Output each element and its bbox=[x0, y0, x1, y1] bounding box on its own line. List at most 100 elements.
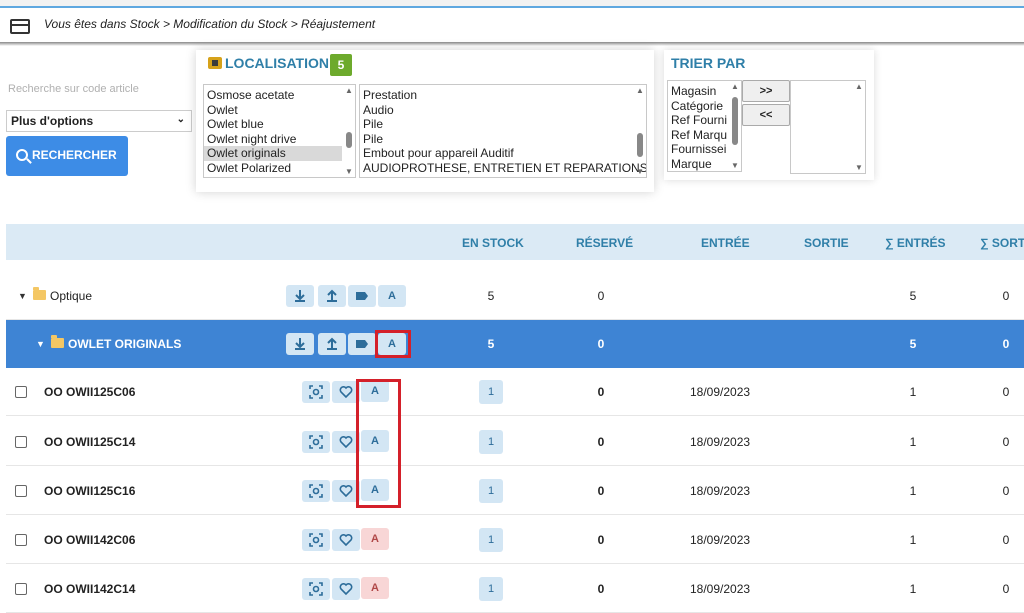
sum-sorties-value: 0 bbox=[1002, 533, 1010, 547]
row-checkbox[interactable] bbox=[15, 534, 27, 546]
list-item[interactable]: Owlet bbox=[204, 103, 355, 118]
a-button-pink[interactable]: A bbox=[361, 528, 389, 550]
list-item[interactable]: Pile bbox=[360, 132, 646, 147]
localisation-count-badge: 5 bbox=[330, 54, 352, 76]
folder-icon bbox=[51, 335, 64, 348]
list-item[interactable]: Owlet night drive bbox=[204, 132, 355, 147]
localisation-panel: LOCALISATION 5 Osmose acetate Owlet Owle… bbox=[196, 50, 654, 192]
localisation-list-right[interactable]: Prestation Audio Pile Pile Embout pour a… bbox=[359, 84, 647, 178]
sum-sorties-value: 0 bbox=[1002, 484, 1010, 498]
list-item[interactable]: Pile bbox=[360, 117, 646, 132]
collapse-triangle-icon[interactable]: ▼ bbox=[36, 339, 45, 349]
group-row-owlet-originals[interactable]: ▼ OWLET ORIGINALS A 5 0 5 0 bbox=[6, 320, 1024, 368]
top-border bbox=[0, 0, 1024, 8]
list-item[interactable]: Prestation bbox=[360, 88, 646, 103]
tag-icon[interactable] bbox=[348, 285, 376, 307]
scrollbar[interactable]: ▲ ▼ bbox=[729, 81, 741, 171]
reserve-value: 0 bbox=[597, 533, 605, 547]
list-item[interactable]: Audio bbox=[360, 103, 646, 118]
upload-icon[interactable] bbox=[318, 333, 346, 355]
table-header: EN STOCK RÉSERVÉ ENTRÉE SORTIE ∑ ENTRÉS … bbox=[6, 224, 1024, 260]
add-sort-button[interactable]: >> bbox=[742, 80, 790, 102]
group-name: Optique bbox=[50, 289, 93, 303]
subgroup-en-stock: 5 bbox=[487, 337, 495, 351]
list-item[interactable]: AUDIOPROTHESE, ENTRETIEN ET REPARATIONS bbox=[360, 161, 646, 176]
options-select[interactable]: Plus d'options ⌄ bbox=[6, 110, 192, 132]
tag-icon[interactable] bbox=[348, 333, 376, 355]
breadcrumb: Vous êtes dans Stock > Modification du S… bbox=[44, 17, 376, 31]
sum-entres-value: 1 bbox=[909, 582, 917, 596]
heart-icon[interactable] bbox=[332, 529, 360, 551]
list-item[interactable]: Owlet blue bbox=[204, 117, 355, 132]
header-en-stock[interactable]: EN STOCK bbox=[462, 236, 524, 250]
header-sum-sorties[interactable]: ∑ SORTI bbox=[980, 236, 1024, 250]
reserve-value: 0 bbox=[597, 385, 605, 399]
table-row[interactable]: OO OWII125C16 A 1 0 18/09/2023 1 0 bbox=[6, 467, 1024, 515]
search-input[interactable] bbox=[8, 80, 188, 98]
stock-badge[interactable]: 1 bbox=[479, 479, 503, 503]
stock-badge[interactable]: 1 bbox=[479, 430, 503, 454]
group-en-stock: 5 bbox=[487, 289, 495, 303]
group-sum-sorties: 0 bbox=[1002, 289, 1010, 303]
trier-list[interactable]: Magasin Catégorie Ref Fourni Ref Marqu F… bbox=[667, 80, 742, 172]
list-item[interactable]: Osmose acetate bbox=[204, 88, 355, 103]
table-row[interactable]: OO OWII125C06 A 1 0 18/09/2023 1 0 bbox=[6, 368, 1024, 416]
localisation-list-left[interactable]: Osmose acetate Owlet Owlet blue Owlet ni… bbox=[203, 84, 356, 178]
chevron-down-icon: ⌄ bbox=[176, 114, 185, 125]
row-checkbox[interactable] bbox=[15, 583, 27, 595]
sum-entres-value: 1 bbox=[909, 435, 917, 449]
header-sortie[interactable]: SORTIE bbox=[804, 236, 849, 250]
scan-icon[interactable] bbox=[302, 381, 330, 403]
download-icon[interactable] bbox=[286, 285, 314, 307]
card-icon bbox=[10, 19, 30, 34]
group-reserve: 0 bbox=[597, 289, 605, 303]
trier-panel: TRIER PAR Magasin Catégorie Ref Fourni R… bbox=[664, 50, 874, 180]
subgroup-reserve: 0 bbox=[597, 337, 605, 351]
table-row[interactable]: OO OWII142C14 A 1 0 18/09/2023 1 0 bbox=[6, 565, 1024, 613]
header-entree[interactable]: ENTRÉE bbox=[701, 236, 750, 250]
stock-badge[interactable]: 1 bbox=[479, 528, 503, 552]
list-item-selected[interactable]: Owlet originals bbox=[204, 146, 342, 161]
scrollbar[interactable]: ▲ ▼ bbox=[853, 81, 865, 173]
a-button-pink[interactable]: A bbox=[361, 577, 389, 599]
folder-icon bbox=[33, 287, 46, 300]
scrollbar[interactable]: ▲ ▼ bbox=[634, 85, 646, 177]
stock-badge[interactable]: 1 bbox=[479, 577, 503, 601]
trier-selected-list[interactable]: ▲ ▼ bbox=[790, 80, 866, 174]
list-item[interactable]: Embout pour appareil Auditif bbox=[360, 146, 646, 161]
scan-icon[interactable] bbox=[302, 578, 330, 600]
subgroup-sum-entres: 5 bbox=[909, 337, 917, 351]
row-checkbox[interactable] bbox=[15, 386, 27, 398]
row-checkbox[interactable] bbox=[15, 485, 27, 497]
sum-entres-value: 1 bbox=[909, 385, 917, 399]
subgroup-name: OWLET ORIGINALS bbox=[68, 337, 182, 351]
breadcrumb-bar: Vous êtes dans Stock > Modification du S… bbox=[0, 10, 1024, 42]
reserve-value: 0 bbox=[597, 435, 605, 449]
search-button[interactable]: RECHERCHER bbox=[6, 136, 128, 176]
upload-icon[interactable] bbox=[318, 285, 346, 307]
remove-sort-button[interactable]: << bbox=[742, 104, 790, 126]
heart-icon[interactable] bbox=[332, 578, 360, 600]
scan-icon[interactable] bbox=[302, 480, 330, 502]
row-checkbox[interactable] bbox=[15, 436, 27, 448]
entree-date: 18/09/2023 bbox=[690, 582, 751, 596]
article-code: OO OWII125C16 bbox=[44, 484, 136, 498]
group-row-optique[interactable]: ▼ Optique A 5 0 5 0 bbox=[6, 272, 1024, 320]
download-icon[interactable] bbox=[286, 333, 314, 355]
highlight-box bbox=[356, 379, 401, 508]
header-reserve[interactable]: RÉSERVÉ bbox=[576, 236, 633, 250]
scan-icon[interactable] bbox=[302, 431, 330, 453]
options-select-label: Plus d'options bbox=[11, 114, 94, 128]
article-code: OO OWII142C06 bbox=[44, 533, 136, 547]
scan-icon[interactable] bbox=[302, 529, 330, 551]
header-sum-entres[interactable]: ∑ ENTRÉS bbox=[885, 236, 946, 250]
table-row[interactable]: OO OWII142C06 A 1 0 18/09/2023 1 0 bbox=[6, 516, 1024, 564]
localisation-title: LOCALISATION bbox=[208, 55, 329, 71]
table-row[interactable]: OO OWII125C14 A 1 0 18/09/2023 1 0 bbox=[6, 418, 1024, 466]
entree-date: 18/09/2023 bbox=[690, 484, 751, 498]
stock-badge[interactable]: 1 bbox=[479, 380, 503, 404]
a-button[interactable]: A bbox=[378, 285, 406, 307]
scrollbar[interactable]: ▲ ▼ bbox=[343, 85, 355, 177]
list-item[interactable]: Owlet Polarized bbox=[204, 161, 355, 176]
collapse-triangle-icon[interactable]: ▼ bbox=[18, 291, 27, 301]
